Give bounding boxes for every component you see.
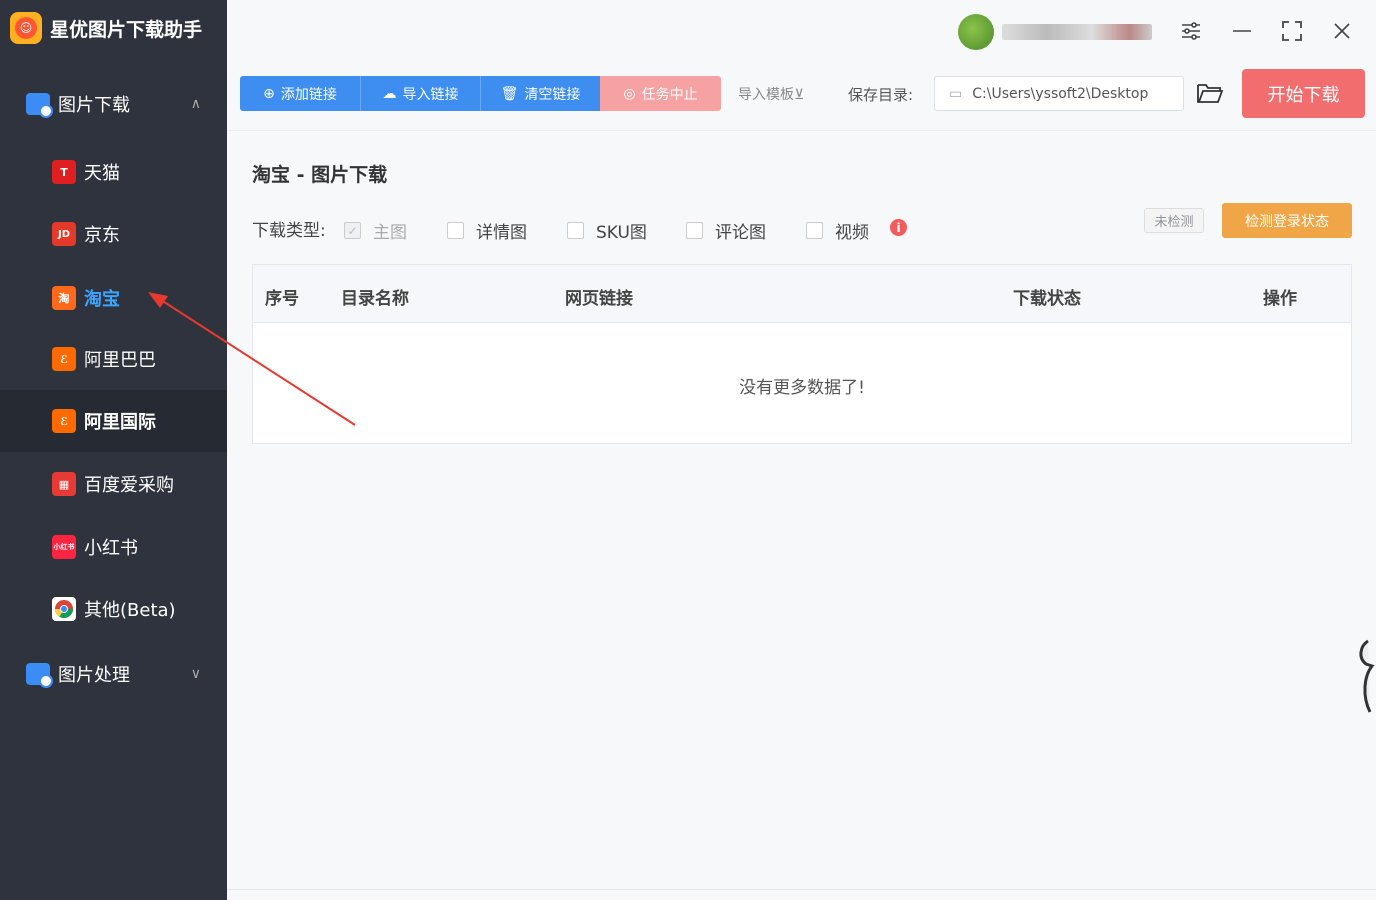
column-header: 序号: [265, 289, 299, 309]
sidebar-item-label: 京东: [84, 225, 120, 246]
sidebar-item-xiaohongshu[interactable]: 小红书 小红书: [0, 516, 227, 578]
checkbox-detail-image[interactable]: 详情图: [447, 218, 527, 243]
download-table: 序号 目录名称 网页链接 下载状态 操作 没有更多数据了!: [252, 264, 1352, 444]
page-title: 淘宝 - 图片下载: [252, 164, 388, 186]
sidebar: ☺ 星优图片下载助手 图片下载 ∧ T 天猫 JD 京东 淘 淘宝 ℰ 阿里巴巴…: [0, 0, 227, 900]
sidebar-item-label: 其他(Beta): [84, 600, 176, 621]
sidebar-item-alibaba[interactable]: ℰ 阿里巴巴: [0, 328, 227, 390]
stop-circle-icon: ◎: [623, 85, 636, 102]
close-icon[interactable]: [1329, 18, 1355, 44]
nav-group-label: 图片处理: [58, 665, 130, 686]
sidebar-item-label: 百度爱采购: [84, 475, 174, 496]
chevron-up-icon[interactable]: ∧: [191, 96, 201, 112]
start-download-button[interactable]: 开始下载: [1242, 69, 1365, 118]
sidebar-item-baidu-aicaigou[interactable]: ▦ 百度爱采购: [0, 453, 227, 515]
checkbox-box[interactable]: [686, 222, 703, 239]
checkbox-box[interactable]: [806, 222, 823, 239]
folder-open-icon[interactable]: [1196, 80, 1224, 108]
sidebar-item-tmall[interactable]: T 天猫: [0, 141, 227, 203]
checkbox-label: 评论图: [715, 223, 766, 243]
cloud-upload-icon: ☁: [382, 85, 397, 102]
save-dir-value: C:\Users\yssoft2\Desktop: [972, 85, 1149, 102]
column-header: 操作: [1263, 289, 1297, 309]
nav-group-image-download[interactable]: 图片下载 ∧: [0, 82, 227, 126]
save-dir-input[interactable]: ▭ C:\Users\yssoft2\Desktop: [934, 76, 1184, 111]
settings-icon[interactable]: [1178, 18, 1204, 44]
checkbox-label: SKU图: [596, 223, 647, 243]
app-title: ☺ 星优图片下载助手: [10, 12, 202, 44]
sidebar-item-label: 阿里国际: [84, 412, 156, 433]
login-status-badge: 未检测: [1144, 208, 1204, 233]
image-download-icon: [26, 93, 53, 118]
user-area[interactable]: [958, 14, 1152, 50]
info-icon[interactable]: i: [890, 219, 907, 236]
nav-group-label: 图片下载: [58, 95, 130, 116]
sidebar-item-jd[interactable]: JD 京东: [0, 203, 227, 265]
stop-task-button[interactable]: ◎ 任务中止: [600, 76, 721, 111]
import-template-link[interactable]: 导入模板⊻: [738, 84, 804, 104]
jd-icon: JD: [52, 222, 76, 246]
sidebar-item-label: 天猫: [84, 163, 120, 184]
column-header: 目录名称: [341, 289, 409, 309]
import-link-label: 导入链接: [402, 86, 459, 103]
checkbox-box[interactable]: [567, 222, 584, 239]
checkbox-box[interactable]: [447, 222, 464, 239]
checkbox-label: 视频: [835, 223, 869, 243]
clear-link-button[interactable]: 🗑 清空链接: [481, 76, 600, 111]
add-link-label: 添加链接: [280, 86, 337, 103]
empty-state-text: 没有更多数据了!: [739, 378, 865, 398]
save-dir-label: 保存目录:: [848, 86, 914, 104]
image-process-icon: [26, 663, 53, 688]
sidebar-item-label: 阿里巴巴: [84, 350, 156, 371]
check-login-button[interactable]: 检测登录状态: [1222, 203, 1352, 238]
alibaba-international-icon: ℰ: [52, 409, 76, 433]
checkbox-sku-image[interactable]: SKU图: [567, 218, 647, 243]
column-header: 网页链接: [565, 289, 633, 309]
add-link-button[interactable]: ⊕ 添加链接: [240, 76, 361, 111]
checkbox-main-image[interactable]: ✓ 主图: [344, 218, 407, 243]
trash-icon: 🗑: [500, 85, 519, 102]
checkbox-box[interactable]: ✓: [344, 222, 361, 239]
clear-link-label: 清空链接: [524, 86, 581, 103]
checkbox-review-image[interactable]: 评论图: [686, 218, 766, 243]
download-type-label: 下载类型:: [252, 221, 326, 241]
taobao-icon: 淘: [52, 286, 76, 310]
minimize-icon[interactable]: [1229, 18, 1255, 44]
import-link-button[interactable]: ☁ 导入链接: [361, 76, 481, 111]
column-header: 下载状态: [1013, 289, 1081, 309]
app-logo-icon: ☺: [10, 12, 42, 44]
sidebar-item-taobao[interactable]: 淘 淘宝: [0, 267, 227, 329]
divider: [227, 130, 1376, 131]
chevron-down-icon[interactable]: ∨: [191, 666, 201, 682]
folder-small-icon: ▭: [949, 85, 963, 102]
table-header: 序号 目录名称 网页链接 下载状态 操作: [253, 265, 1351, 323]
nav-group-image-process[interactable]: 图片处理 ∨: [0, 652, 227, 696]
stop-task-label: 任务中止: [641, 86, 698, 103]
tmall-icon: T: [52, 160, 76, 184]
checkbox-label: 详情图: [476, 223, 527, 243]
checkbox-video[interactable]: 视频: [806, 218, 869, 243]
plus-circle-icon: ⊕: [263, 85, 275, 102]
divider: [227, 889, 1376, 890]
sidebar-item-label: 小红书: [84, 538, 138, 559]
chrome-icon: [52, 597, 76, 621]
app-name: 星优图片下载助手: [50, 18, 203, 41]
checkbox-label: 主图: [373, 223, 407, 243]
mascot-icon: [1359, 639, 1375, 713]
alibaba-icon: ℰ: [52, 347, 76, 371]
avatar[interactable]: [958, 14, 994, 50]
sidebar-item-other-beta[interactable]: 其他(Beta): [0, 578, 227, 640]
baidu-aicaigou-icon: ▦: [52, 472, 76, 496]
xiaohongshu-icon: 小红书: [52, 535, 76, 559]
sidebar-item-label: 淘宝: [84, 289, 120, 310]
maximize-icon[interactable]: [1279, 18, 1305, 44]
username-blurred: [1002, 24, 1152, 40]
sidebar-item-alibaba-international[interactable]: ℰ 阿里国际: [0, 390, 227, 452]
